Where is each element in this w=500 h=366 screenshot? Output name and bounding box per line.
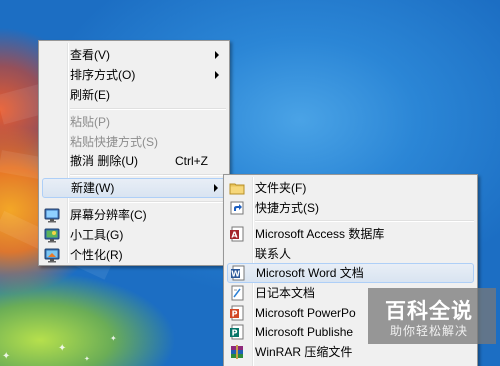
menu-separator (255, 220, 474, 222)
svg-text:P: P (232, 329, 238, 338)
menu-item-sort-by[interactable]: 排序方式(O) (42, 65, 226, 85)
menu-item-label: Microsoft PowerPo (255, 306, 356, 320)
submenu-item-word-document[interactable]: W Microsoft Word 文档 (227, 263, 474, 283)
sparkle-icon: ✦ (58, 343, 67, 354)
menu-item-shortcut: Ctrl+Z (175, 154, 208, 168)
menu-item-undo-delete[interactable]: 撤消 删除(U) Ctrl+Z (42, 151, 226, 171)
sparkle-icon: ✦ (2, 351, 11, 362)
menu-item-label: 屏幕分辨率(C) (70, 208, 147, 222)
submenu-item-shortcut[interactable]: 快捷方式(S) (227, 198, 474, 218)
menu-separator (70, 174, 226, 176)
powerpoint-icon: P (230, 305, 244, 321)
menu-item-label: 刷新(E) (70, 88, 110, 102)
menu-item-label: 日记本文档 (255, 286, 316, 300)
sparkle-icon: ✦ (84, 356, 90, 363)
personalize-icon (44, 248, 60, 263)
menu-item-personalize[interactable]: 个性化(R) (42, 245, 226, 265)
menu-item-gadgets[interactable]: 小工具(G) (42, 225, 226, 245)
menu-item-view[interactable]: 查看(V) (42, 45, 226, 65)
menu-item-new[interactable]: 新建(W) (42, 178, 226, 198)
watermark-logo-text: 百科全说 (385, 299, 473, 323)
submenu-item-access-database[interactable]: A Microsoft Access 数据库 (227, 224, 474, 244)
menu-item-label: 小工具(G) (70, 228, 124, 242)
menu-item-label: 快捷方式(S) (255, 201, 319, 215)
submenu-item-contact[interactable]: 联系人 (227, 244, 474, 264)
submenu-item-folder[interactable]: 文件夹(F) (227, 178, 474, 198)
menu-item-label: 个性化(R) (70, 248, 123, 262)
svg-text:P: P (232, 310, 238, 319)
menu-item-label: WinRAR 压缩文件 (255, 345, 353, 359)
menu-item-refresh[interactable]: 刷新(E) (42, 85, 226, 105)
menu-item-label: 联系人 (255, 247, 292, 261)
menu-item-label: 排序方式(O) (70, 68, 136, 82)
display-icon (44, 208, 60, 223)
journal-icon (231, 285, 244, 301)
menu-item-label: 粘贴(P) (70, 115, 110, 129)
word-icon: W (231, 265, 245, 281)
access-icon: A (230, 226, 244, 242)
watermark-logo: 百科全说 助你轻松解决 (368, 288, 496, 344)
winrar-icon (231, 345, 243, 359)
publisher-icon: P (230, 324, 244, 340)
menu-item-label: 粘贴快捷方式(S) (70, 135, 158, 149)
menu-item-label: 新建(W) (71, 181, 115, 195)
menu-separator (70, 201, 226, 203)
menu-item-label: Microsoft Word 文档 (256, 266, 364, 280)
svg-text:A: A (231, 231, 238, 240)
menu-item-paste-shortcut[interactable]: 粘贴快捷方式(S) (42, 132, 226, 152)
submenu-arrow-icon (215, 71, 219, 79)
menu-item-label: Microsoft Publishe (255, 325, 354, 339)
svg-text:W: W (231, 270, 240, 279)
gadgets-icon (44, 228, 60, 243)
watermark-subtitle: 助你轻松解决 (390, 324, 469, 338)
menu-separator (70, 108, 226, 110)
menu-item-screen-resolution[interactable]: 屏幕分辨率(C) (42, 205, 226, 225)
menu-item-label: 文件夹(F) (255, 181, 307, 195)
submenu-arrow-icon (214, 184, 218, 192)
menu-item-label: 查看(V) (70, 48, 110, 62)
menu-item-label: 撤消 删除(U) (70, 154, 138, 168)
folder-icon (229, 183, 245, 195)
submenu-item-winrar-archive[interactable]: WinRAR 压缩文件 (227, 342, 474, 362)
menu-item-label: Microsoft Access 数据库 (255, 227, 385, 241)
desktop-context-menu: 查看(V) 排序方式(O) 刷新(E) 粘贴(P) 粘贴快捷方式(S) 撤消 删… (38, 40, 230, 266)
submenu-arrow-icon (215, 51, 219, 59)
shortcut-icon (230, 201, 244, 215)
sparkle-icon: ✦ (110, 334, 117, 343)
menu-item-paste[interactable]: 粘贴(P) (42, 112, 226, 132)
